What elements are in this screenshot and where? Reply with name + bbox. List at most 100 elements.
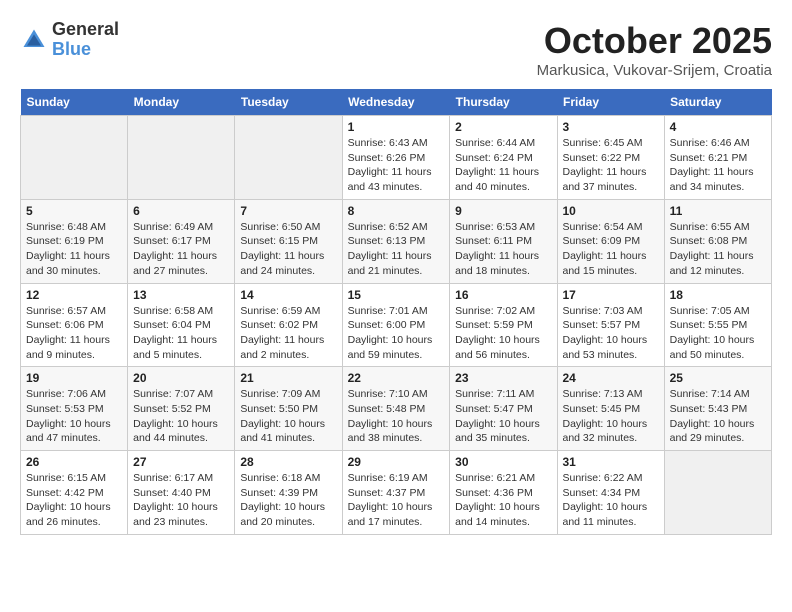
calendar-header-friday: Friday xyxy=(557,89,664,116)
calendar-cell: 22 Sunrise: 7:10 AM Sunset: 5:48 PM Dayli… xyxy=(342,367,450,451)
day-detail: Sunrise: 6:45 AM Sunset: 6:22 PM Dayligh… xyxy=(563,136,659,195)
day-number: 19 xyxy=(26,371,122,385)
day-detail: Sunrise: 7:05 AM Sunset: 5:55 PM Dayligh… xyxy=(670,304,766,363)
day-number: 2 xyxy=(455,120,551,134)
day-detail: Sunrise: 6:57 AM Sunset: 6:06 PM Dayligh… xyxy=(26,304,122,363)
calendar-cell xyxy=(128,116,235,200)
calendar-header-sunday: Sunday xyxy=(21,89,128,116)
calendar-cell: 12 Sunrise: 6:57 AM Sunset: 6:06 PM Dayli… xyxy=(21,283,128,367)
day-detail: Sunrise: 7:14 AM Sunset: 5:43 PM Dayligh… xyxy=(670,387,766,446)
day-number: 1 xyxy=(348,120,445,134)
day-detail: Sunrise: 6:22 AM Sunset: 4:34 PM Dayligh… xyxy=(563,471,659,530)
day-number: 24 xyxy=(563,371,659,385)
calendar-cell: 31 Sunrise: 6:22 AM Sunset: 4:34 PM Dayli… xyxy=(557,451,664,535)
calendar-cell: 30 Sunrise: 6:21 AM Sunset: 4:36 PM Dayli… xyxy=(450,451,557,535)
calendar-cell: 13 Sunrise: 6:58 AM Sunset: 6:04 PM Dayli… xyxy=(128,283,235,367)
day-detail: Sunrise: 6:15 AM Sunset: 4:42 PM Dayligh… xyxy=(26,471,122,530)
day-detail: Sunrise: 7:09 AM Sunset: 5:50 PM Dayligh… xyxy=(240,387,336,446)
calendar-header-monday: Monday xyxy=(128,89,235,116)
calendar-header-saturday: Saturday xyxy=(664,89,771,116)
day-detail: Sunrise: 7:07 AM Sunset: 5:52 PM Dayligh… xyxy=(133,387,229,446)
day-detail: Sunrise: 7:10 AM Sunset: 5:48 PM Dayligh… xyxy=(348,387,445,446)
calendar-cell: 23 Sunrise: 7:11 AM Sunset: 5:47 PM Dayli… xyxy=(450,367,557,451)
day-number: 12 xyxy=(26,288,122,302)
day-detail: Sunrise: 6:50 AM Sunset: 6:15 PM Dayligh… xyxy=(240,220,336,279)
calendar-cell: 10Sunrise: 6:54 AM Sunset: 6:09 PM Dayli… xyxy=(557,199,664,283)
day-number: 21 xyxy=(240,371,336,385)
day-detail: Sunrise: 6:53 AM Sunset: 6:11 PM Dayligh… xyxy=(455,220,551,279)
day-number: 22 xyxy=(348,371,445,385)
calendar-cell: 21 Sunrise: 7:09 AM Sunset: 5:50 PM Dayli… xyxy=(235,367,342,451)
day-detail: Sunrise: 6:46 AM Sunset: 6:21 PM Dayligh… xyxy=(670,136,766,195)
day-detail: Sunrise: 7:13 AM Sunset: 5:45 PM Dayligh… xyxy=(563,387,659,446)
calendar-cell xyxy=(235,116,342,200)
calendar-cell: 15Sunrise: 7:01 AM Sunset: 6:00 PM Dayli… xyxy=(342,283,450,367)
calendar-week-4: 19Sunrise: 7:06 AM Sunset: 5:53 PM Dayli… xyxy=(21,367,772,451)
day-number: 25 xyxy=(670,371,766,385)
calendar-cell: 17Sunrise: 7:03 AM Sunset: 5:57 PM Dayli… xyxy=(557,283,664,367)
day-number: 31 xyxy=(563,455,659,469)
day-detail: Sunrise: 7:02 AM Sunset: 5:59 PM Dayligh… xyxy=(455,304,551,363)
calendar-cell: 18Sunrise: 7:05 AM Sunset: 5:55 PM Dayli… xyxy=(664,283,771,367)
calendar-cell: 29 Sunrise: 6:19 AM Sunset: 4:37 PM Dayli… xyxy=(342,451,450,535)
day-detail: Sunrise: 6:21 AM Sunset: 4:36 PM Dayligh… xyxy=(455,471,551,530)
calendar-cell: 8Sunrise: 6:52 AM Sunset: 6:13 PM Daylig… xyxy=(342,199,450,283)
day-number: 6 xyxy=(133,204,229,218)
logo-icon xyxy=(20,26,48,54)
day-detail: Sunrise: 6:59 AM Sunset: 6:02 PM Dayligh… xyxy=(240,304,336,363)
calendar-week-5: 26 Sunrise: 6:15 AM Sunset: 4:42 PM Dayli… xyxy=(21,451,772,535)
day-number: 27 xyxy=(133,455,229,469)
day-detail: Sunrise: 6:48 AM Sunset: 6:19 PM Dayligh… xyxy=(26,220,122,279)
calendar-cell: 7 Sunrise: 6:50 AM Sunset: 6:15 PM Daylig… xyxy=(235,199,342,283)
logo: General Blue xyxy=(20,20,119,60)
day-number: 7 xyxy=(240,204,336,218)
day-number: 23 xyxy=(455,371,551,385)
calendar-table: SundayMondayTuesdayWednesdayThursdayFrid… xyxy=(20,89,772,535)
calendar-cell: 26 Sunrise: 6:15 AM Sunset: 4:42 PM Dayli… xyxy=(21,451,128,535)
calendar-cell: 6Sunrise: 6:49 AM Sunset: 6:17 PM Daylig… xyxy=(128,199,235,283)
calendar-cell: 3 Sunrise: 6:45 AM Sunset: 6:22 PM Daylig… xyxy=(557,116,664,200)
calendar-cell: 20Sunrise: 7:07 AM Sunset: 5:52 PM Dayli… xyxy=(128,367,235,451)
calendar-week-3: 12 Sunrise: 6:57 AM Sunset: 6:06 PM Dayli… xyxy=(21,283,772,367)
calendar-cell: 1 Sunrise: 6:43 AM Sunset: 6:26 PM Daylig… xyxy=(342,116,450,200)
day-number: 28 xyxy=(240,455,336,469)
calendar-week-1: 1 Sunrise: 6:43 AM Sunset: 6:26 PM Daylig… xyxy=(21,116,772,200)
logo-blue-text: Blue xyxy=(52,40,119,60)
calendar-cell xyxy=(21,116,128,200)
day-number: 13 xyxy=(133,288,229,302)
calendar-cell: 24 Sunrise: 7:13 AM Sunset: 5:45 PM Dayli… xyxy=(557,367,664,451)
day-detail: Sunrise: 6:44 AM Sunset: 6:24 PM Dayligh… xyxy=(455,136,551,195)
day-number: 5 xyxy=(26,204,122,218)
day-detail: Sunrise: 6:43 AM Sunset: 6:26 PM Dayligh… xyxy=(348,136,445,195)
day-detail: Sunrise: 6:19 AM Sunset: 4:37 PM Dayligh… xyxy=(348,471,445,530)
day-number: 16 xyxy=(455,288,551,302)
calendar-cell: 27Sunrise: 6:17 AM Sunset: 4:40 PM Dayli… xyxy=(128,451,235,535)
day-number: 30 xyxy=(455,455,551,469)
month-title: October 2025 xyxy=(537,20,772,62)
calendar-header-wednesday: Wednesday xyxy=(342,89,450,116)
day-number: 11 xyxy=(670,204,766,218)
day-number: 4 xyxy=(670,120,766,134)
page-header: General Blue October 2025 Markusica, Vuk… xyxy=(20,20,772,79)
day-detail: Sunrise: 6:18 AM Sunset: 4:39 PM Dayligh… xyxy=(240,471,336,530)
calendar-cell: 4 Sunrise: 6:46 AM Sunset: 6:21 PM Daylig… xyxy=(664,116,771,200)
calendar-cell: 16 Sunrise: 7:02 AM Sunset: 5:59 PM Dayli… xyxy=(450,283,557,367)
day-detail: Sunrise: 6:58 AM Sunset: 6:04 PM Dayligh… xyxy=(133,304,229,363)
calendar-cell: 5 Sunrise: 6:48 AM Sunset: 6:19 PM Daylig… xyxy=(21,199,128,283)
calendar-cell: 28 Sunrise: 6:18 AM Sunset: 4:39 PM Dayli… xyxy=(235,451,342,535)
day-number: 29 xyxy=(348,455,445,469)
day-number: 3 xyxy=(563,120,659,134)
calendar-header-row: SundayMondayTuesdayWednesdayThursdayFrid… xyxy=(21,89,772,116)
day-number: 9 xyxy=(455,204,551,218)
calendar-header-tuesday: Tuesday xyxy=(235,89,342,116)
day-detail: Sunrise: 7:11 AM Sunset: 5:47 PM Dayligh… xyxy=(455,387,551,446)
day-detail: Sunrise: 7:03 AM Sunset: 5:57 PM Dayligh… xyxy=(563,304,659,363)
calendar-cell: 9 Sunrise: 6:53 AM Sunset: 6:11 PM Daylig… xyxy=(450,199,557,283)
day-number: 8 xyxy=(348,204,445,218)
day-detail: Sunrise: 6:55 AM Sunset: 6:08 PM Dayligh… xyxy=(670,220,766,279)
day-number: 26 xyxy=(26,455,122,469)
title-block: October 2025 Markusica, Vukovar-Srijem, … xyxy=(537,20,772,79)
calendar-week-2: 5 Sunrise: 6:48 AM Sunset: 6:19 PM Daylig… xyxy=(21,199,772,283)
calendar-cell: 14Sunrise: 6:59 AM Sunset: 6:02 PM Dayli… xyxy=(235,283,342,367)
calendar-header-thursday: Thursday xyxy=(450,89,557,116)
